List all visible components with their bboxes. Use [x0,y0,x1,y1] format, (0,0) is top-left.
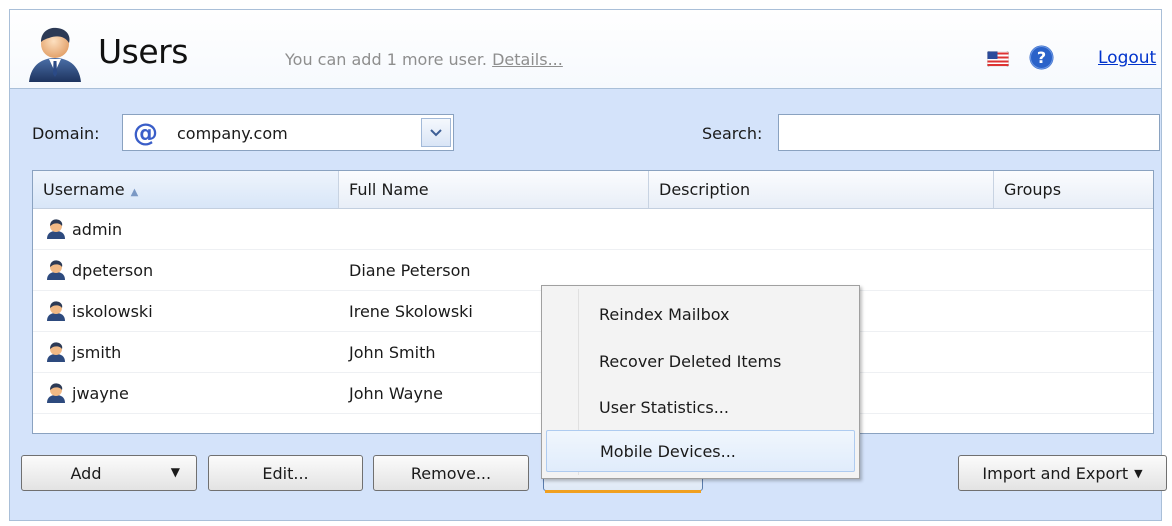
menu-item-recover-deleted-items[interactable]: Recover Deleted Items [546,341,855,383]
details-link[interactable]: Details... [492,50,563,69]
search-input[interactable] [778,114,1160,151]
domain-select[interactable]: @ company.com [122,114,454,151]
column-header-full-name[interactable]: Full Name [339,171,649,208]
focus-underline [545,490,701,493]
user-icon [47,383,65,403]
domain-label: Domain: [32,124,100,143]
page-title: Users [98,32,188,71]
domain-value: company.com [177,124,288,143]
dropdown-arrow-icon: ▼ [1134,466,1143,480]
more-actions-menu: Reindex Mailbox Recover Deleted Items Us… [541,285,860,479]
user-icon [47,260,65,280]
full-name-cell: Diane Peterson [349,261,471,280]
menu-item-mobile-devices[interactable]: Mobile Devices... [546,430,855,472]
username: admin [72,219,123,239]
sort-ascending-icon: ▲ [130,187,139,198]
username-cell: admin [45,218,122,240]
username-cell: dpeterson [45,259,153,281]
menu-item-reindex-mailbox[interactable]: Reindex Mailbox [546,294,855,336]
username: iskolowski [72,301,153,321]
column-header-groups[interactable]: Groups [994,171,1153,208]
chevron-down-icon[interactable] [421,118,451,147]
username: jsmith [72,342,122,362]
user-limit-text: You can add 1 more user. Details... [285,50,563,69]
username: dpeterson [72,260,154,280]
search-label: Search: [702,124,763,143]
username-cell: jwayne [45,382,129,404]
full-name-cell: John Smith [349,343,436,362]
us-flag-icon[interactable] [987,51,1009,67]
full-name-cell: John Wayne [349,384,443,403]
full-name-cell: Irene Skolowski [349,302,473,321]
import-export-button[interactable]: Import and Export ▼ [958,455,1167,491]
column-header-label: Username [43,180,125,199]
username: jwayne [72,383,129,403]
edit-button[interactable]: Edit... [208,455,363,491]
remove-button[interactable]: Remove... [373,455,529,491]
import-export-label: Import and Export [982,463,1129,483]
column-header-description[interactable]: Description [649,171,994,208]
svg-text:?: ? [1037,48,1046,67]
dropdown-arrow-icon: ▼ [170,465,180,479]
at-icon: @ [133,118,158,147]
add-button-label: Add [70,463,102,483]
users-panel: Users You can add 1 more user. Details..… [9,9,1167,521]
user-icon [47,219,65,239]
user-limit-message: You can add 1 more user. [285,50,488,69]
table-row[interactable]: admin [33,209,1153,250]
user-icon [47,301,65,321]
logout-link[interactable]: Logout [1098,48,1156,68]
user-icon [29,27,81,82]
column-header-username[interactable]: Username ▲ [33,171,339,208]
username-cell: jsmith [45,341,121,363]
table-header: Username ▲ Full Name Description Groups [33,171,1153,209]
username-cell: iskolowski [45,300,153,322]
help-icon[interactable]: ? [1029,45,1054,70]
user-icon [47,342,65,362]
add-button[interactable]: Add ▼ [21,455,197,491]
menu-item-user-statistics[interactable]: User Statistics... [546,387,855,429]
header: Users You can add 1 more user. Details..… [10,10,1161,89]
